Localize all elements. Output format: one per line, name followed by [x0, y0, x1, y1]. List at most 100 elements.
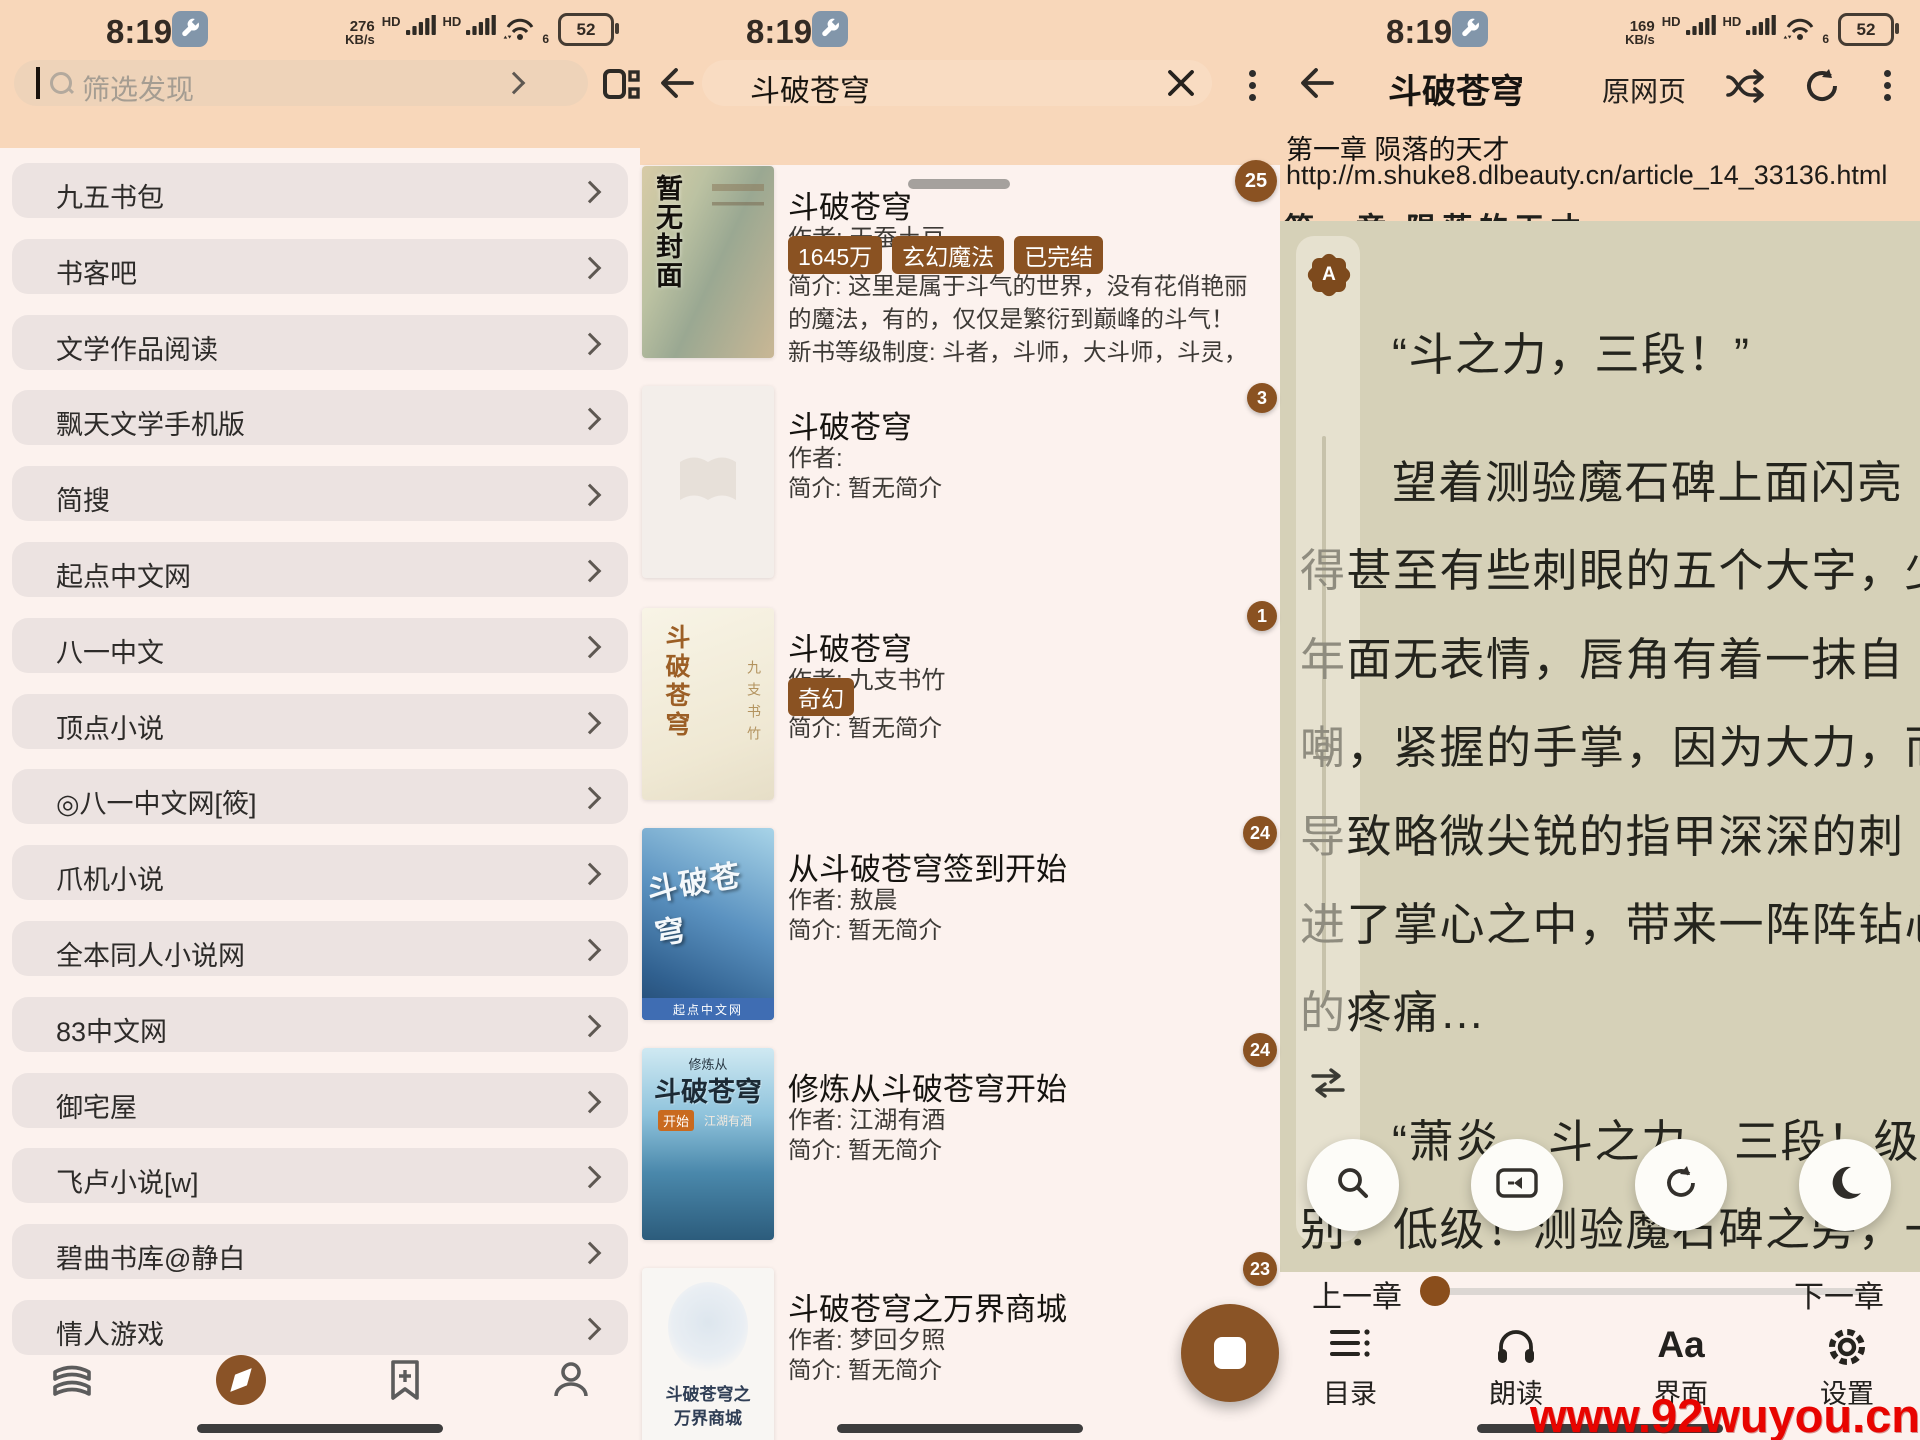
source-item[interactable]: 全本同人小说网	[12, 921, 628, 976]
source-label: 顶点小说	[56, 707, 164, 746]
source-item[interactable]: 爪机小说	[12, 845, 628, 900]
night-mode-button[interactable]	[1799, 1139, 1891, 1231]
reader-line: 望着测验魔石碑上面闪亮	[1300, 446, 1920, 511]
chevron-right-icon	[503, 72, 526, 95]
original-page-button[interactable]: 原网页	[1602, 70, 1686, 110]
source-item[interactable]: 碧曲书库@静白	[12, 1224, 628, 1279]
slider-thumb[interactable]	[1420, 1276, 1450, 1306]
result-count-badge: 23	[1243, 1252, 1277, 1286]
battery-indicator: 52	[558, 13, 614, 46]
source-item[interactable]: 起点中文网	[12, 542, 628, 597]
book-cover: 暂无封面	[642, 166, 774, 358]
settings-gear-icon	[1787, 1324, 1907, 1370]
reader-line: 年面无表情，唇角有着一抹自	[1300, 623, 1918, 688]
source-item[interactable]: 御宅屋	[12, 1073, 628, 1128]
source-label: 飞卢小说[w]	[56, 1161, 199, 1200]
refresh-icon[interactable]	[1802, 66, 1842, 111]
status-time: 8:19	[1386, 13, 1452, 51]
source-label: 83中文网	[56, 1010, 167, 1049]
result-intro: 简介: 暂无简介	[788, 712, 1258, 745]
source-item[interactable]: 情人游戏	[12, 1300, 628, 1355]
shuffle-source-icon[interactable]	[1722, 66, 1768, 111]
hd-icon: HD	[382, 14, 401, 29]
read-aloud-icon	[1456, 1324, 1576, 1364]
nav-bookshelf-icon[interactable]	[44, 1352, 100, 1408]
chevron-right-icon	[579, 181, 602, 204]
stop-search-button[interactable]	[1181, 1304, 1279, 1402]
source-item[interactable]: 书客吧	[12, 239, 628, 294]
swap-arrows-icon[interactable]	[1306, 1066, 1350, 1105]
next-chapter-button[interactable]: 下一章	[1794, 1272, 1884, 1316]
source-item[interactable]: 简搜	[12, 466, 628, 521]
chevron-right-icon	[579, 712, 602, 735]
search-button[interactable]	[1307, 1139, 1399, 1231]
book-cover: 斗破苍穹起点中文网	[642, 828, 774, 1020]
chevron-right-icon	[579, 863, 602, 886]
menu-dots-middle[interactable]	[1249, 70, 1256, 77]
tag-badge: 已完结	[1014, 236, 1103, 274]
hd-icon: HD	[1723, 14, 1742, 29]
search-query-text: 斗破苍穹	[750, 66, 870, 110]
source-label: 九五书包	[56, 176, 164, 215]
menu-dots-reader[interactable]	[1884, 70, 1891, 77]
wifi-icon	[503, 14, 541, 46]
chevron-right-icon	[579, 787, 602, 810]
reader-line: 嘲，紧握的手掌，因为大力，而	[1300, 711, 1918, 776]
source-label: ◎八一中文网[筱]	[56, 782, 257, 821]
source-item[interactable]: 八一中文	[12, 618, 628, 673]
prev-chapter-button[interactable]: 上一章	[1312, 1272, 1402, 1316]
book-cover: 斗破苍穹之万界商城万界商城	[642, 1268, 774, 1440]
source-item[interactable]: 文学作品阅读	[12, 315, 628, 370]
chevron-right-icon	[579, 1242, 602, 1265]
result-count-badge: 3	[1247, 383, 1277, 413]
filter-placeholder: 筛选发现	[82, 68, 194, 108]
home-indicator-middle	[837, 1424, 1083, 1433]
read-aloud-button[interactable]	[1471, 1139, 1563, 1231]
source-item[interactable]: 顶点小说	[12, 694, 628, 749]
chevron-right-icon	[579, 408, 602, 431]
chevron-right-icon	[579, 1318, 602, 1341]
read-aloud-circle-icon	[1494, 1161, 1540, 1210]
nav-profile-icon[interactable]	[543, 1352, 599, 1408]
source-item[interactable]: 飞卢小说[w]	[12, 1148, 628, 1203]
source-label: 文学作品阅读	[56, 328, 218, 367]
nav-explore-icon-active[interactable]	[213, 1352, 269, 1408]
discover-filter-bar[interactable]: 筛选发现	[14, 60, 588, 106]
source-label: 爪机小说	[56, 858, 164, 897]
back-icon-middle[interactable]	[656, 64, 696, 107]
result-intro: 简介: 暂无简介	[788, 914, 1258, 947]
result-intro: 简介: 暂无简介	[788, 1134, 1258, 1167]
wrench-app-icon	[812, 11, 848, 47]
search-icon	[50, 72, 72, 94]
layout-toggle-icon[interactable]	[602, 64, 642, 109]
source-item[interactable]: 83中文网	[12, 997, 628, 1052]
source-item[interactable]: ◎八一中文网[筱]	[12, 769, 628, 824]
source-seal-icon: A	[1312, 258, 1346, 292]
chevron-right-icon	[579, 636, 602, 659]
chevron-right-icon	[579, 1166, 602, 1189]
tag-badge: 1645万	[788, 236, 882, 274]
result-count-badge: 24	[1243, 1033, 1277, 1067]
source-item[interactable]: 飘天文学手机版	[12, 390, 628, 445]
network-speed: 276KB/s	[345, 20, 375, 46]
signal-bars-icon	[406, 15, 438, 46]
tag-badge: 奇幻	[788, 678, 854, 716]
clear-search-icon[interactable]	[1164, 66, 1198, 105]
signal-bars-icon	[1686, 15, 1718, 46]
nav-subscribe-icon[interactable]	[377, 1352, 433, 1408]
result-author: 作者: 敖晨	[788, 880, 897, 915]
source-label: 简搜	[56, 479, 110, 518]
status-bar-right: 8:19169KB/sHDHD652	[1280, 0, 1920, 58]
refresh-source-button[interactable]	[1635, 1139, 1727, 1231]
reader-title: 斗破苍穹	[1388, 64, 1524, 113]
result-count-badge: 24	[1243, 816, 1277, 850]
source-item[interactable]: 九五书包	[12, 163, 628, 218]
signal-bars-icon	[1746, 15, 1778, 46]
source-label: 飘天文学手机版	[56, 403, 245, 442]
back-icon-reader[interactable]	[1296, 64, 1336, 107]
wifi6-label: 6	[1822, 32, 1829, 46]
list-drag-indicator	[908, 179, 1010, 189]
tag-row: 1645万玄幻魔法已完结	[788, 236, 1103, 274]
reader-line: 得甚至有些刺眼的五个大字，少	[1300, 534, 1918, 599]
clipped-webpage-text: 第一章 陨落的天才	[1284, 204, 1916, 221]
